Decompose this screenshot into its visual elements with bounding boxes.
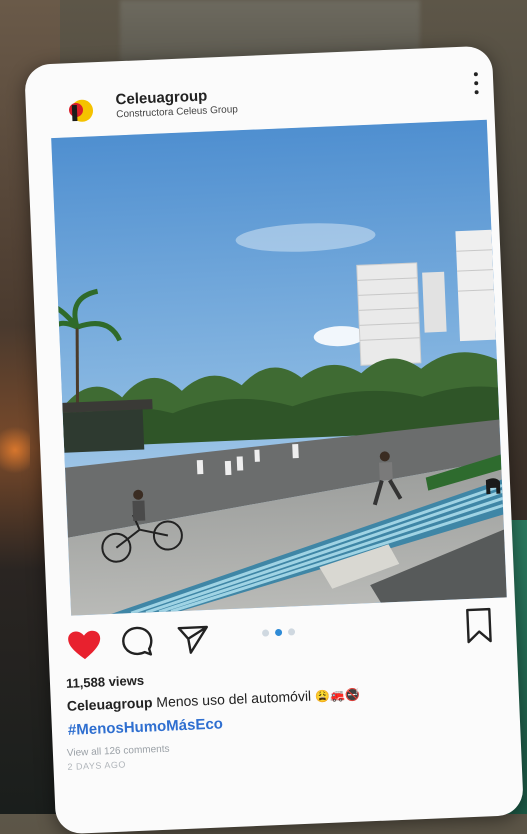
carousel-indicator xyxy=(261,628,296,637)
instagram-post-card: Celeuagroup Constructora Celeus Group 11… xyxy=(24,45,524,834)
carousel-dot-active[interactable] xyxy=(274,628,283,637)
caption-emojis: 😩🚒🚭 xyxy=(314,687,361,704)
background-light xyxy=(0,420,30,480)
send-icon[interactable] xyxy=(176,622,212,662)
bookmark-icon[interactable] xyxy=(463,606,495,650)
carousel-dot[interactable] xyxy=(287,628,296,636)
caption-text: Menos uso del automóvil xyxy=(156,687,312,711)
more-vertical-icon[interactable] xyxy=(473,72,480,95)
caption-username[interactable]: Celeuagroup xyxy=(67,694,153,714)
view-comments-link[interactable]: View all 126 comments xyxy=(67,744,170,759)
views-count[interactable]: 11,588 views xyxy=(66,673,145,691)
post-timestamp: 2 DAYS AGO xyxy=(67,759,127,772)
celeus-logo-icon[interactable] xyxy=(65,96,94,125)
hashtag-link[interactable]: #MenosHumoMásEco xyxy=(68,715,224,738)
post-caption: Celeuagroup Menos uso del automóvil 😩🚒🚭 xyxy=(67,686,360,714)
comment-icon[interactable] xyxy=(120,624,156,664)
post-image[interactable] xyxy=(51,119,507,616)
carousel-dot[interactable] xyxy=(261,629,270,637)
heart-icon[interactable] xyxy=(66,628,104,666)
post-actions xyxy=(48,605,518,675)
